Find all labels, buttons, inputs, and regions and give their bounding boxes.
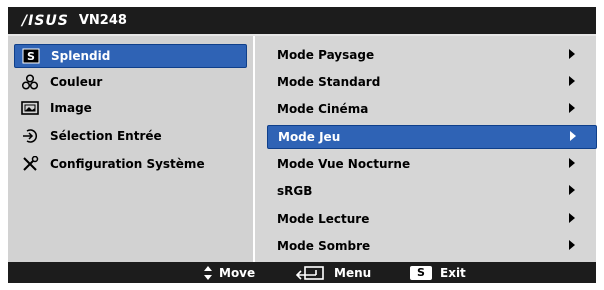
osd-window: /ISUS VN248 S Splendid Couleur Image Sél… (8, 7, 597, 283)
submenu-item-mode-cinema[interactable]: Mode Cinéma (267, 98, 595, 120)
submenu-item-label: Mode Standard (277, 75, 381, 89)
menu-item-label: Couleur (50, 75, 103, 89)
splendid-s-icon: S (21, 47, 41, 65)
submenu-item-label: Mode Paysage (277, 48, 375, 62)
menu-item-label: Sélection Entrée (50, 129, 162, 143)
submenu-item-label: Mode Cinéma (277, 102, 369, 116)
submenu-item-label: Mode Vue Nocturne (277, 157, 411, 171)
move-label: Move (219, 265, 256, 280)
triangle-right-icon (569, 76, 575, 86)
menu-item-selection-entree[interactable]: Sélection Entrée (14, 125, 245, 147)
triangle-right-icon (569, 240, 575, 250)
menu-item-splendid[interactable]: S Splendid (14, 44, 247, 68)
menu-item-label: Configuration Système (50, 157, 205, 171)
triangle-right-icon (570, 131, 576, 141)
submenu-item-label: Mode Lecture (277, 212, 370, 226)
triangle-right-icon (569, 49, 575, 59)
submenu-item-mode-paysage[interactable]: Mode Paysage (267, 44, 595, 66)
submenu: Mode Paysage Mode Standard Mode Cinéma M… (255, 36, 597, 262)
submenu-item-mode-jeu[interactable]: Mode Jeu (267, 125, 597, 149)
enter-key-icon (296, 265, 326, 281)
menu-item-image[interactable]: Image (14, 97, 245, 119)
submenu-item-mode-standard[interactable]: Mode Standard (267, 71, 595, 93)
triangle-right-icon (569, 213, 575, 223)
submenu-item-mode-sombre[interactable]: Mode Sombre (267, 235, 595, 257)
menu-item-couleur[interactable]: Couleur (14, 71, 245, 93)
submenu-item-mode-lecture[interactable]: Mode Lecture (267, 208, 595, 230)
s-key-icon: S (410, 265, 432, 280)
svg-text:S: S (27, 50, 35, 63)
move-hint: Move (203, 262, 255, 283)
submenu-item-label: Mode Sombre (277, 239, 371, 253)
image-icon (20, 99, 40, 117)
menu-item-configuration-systeme[interactable]: Configuration Système (14, 153, 245, 175)
triangle-right-icon (569, 158, 575, 168)
input-select-icon (20, 127, 40, 145)
submenu-item-srgb[interactable]: sRGB (267, 180, 595, 202)
model-name: VN248 (78, 13, 127, 28)
tools-icon (20, 155, 40, 173)
submenu-item-label: sRGB (277, 184, 313, 198)
triangle-right-icon (569, 185, 575, 195)
menu-item-label: Splendid (51, 49, 111, 63)
exit-hint: S Exit (410, 262, 466, 283)
menu-hint: Menu (296, 262, 371, 283)
color-dots-icon (20, 73, 40, 91)
submenu-item-label: Mode Jeu (278, 130, 341, 144)
footer-bar: Move Menu S Exit (8, 262, 596, 283)
up-down-arrows-icon (203, 265, 213, 281)
triangle-right-icon (569, 103, 575, 113)
menu-item-label: Image (50, 101, 92, 115)
brand-logo: /ISUS (22, 12, 69, 29)
title-bar: /ISUS VN248 (8, 7, 596, 34)
exit-label: Exit (440, 265, 466, 280)
menu-label: Menu (334, 265, 372, 280)
main-menu: S Splendid Couleur Image Sélection Entré… (8, 36, 253, 262)
submenu-item-mode-vue-nocturne[interactable]: Mode Vue Nocturne (267, 153, 595, 175)
